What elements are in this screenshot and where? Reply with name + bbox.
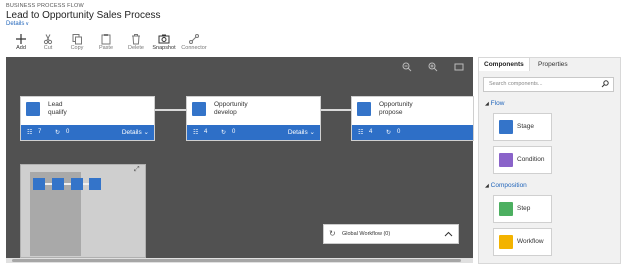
stage-details-button[interactable]: Details ⌄ [288, 128, 315, 136]
chevron-down-icon: ∨ [25, 21, 30, 27]
caret-icon: ◢ [485, 183, 489, 189]
connector-button[interactable]: Connector [180, 33, 208, 51]
trash-icon [132, 34, 140, 45]
steps-count: 4 [369, 129, 373, 135]
connector-icon [189, 34, 199, 44]
minimap-node [52, 178, 64, 190]
condition-icon [499, 153, 513, 167]
delete-label: Delete [128, 45, 144, 51]
details-link[interactable]: Details∨ [6, 21, 29, 27]
workflow-component[interactable]: Workflow [493, 228, 552, 256]
stage-icon [192, 102, 206, 116]
connector-label: Connector [181, 45, 207, 51]
stage-connector [154, 109, 187, 111]
zoom-in-icon[interactable] [428, 62, 438, 72]
stage-node[interactable]: Opportunity propose ☷ 4 ↻ 0 [352, 97, 473, 140]
stage-node[interactable]: Opportunity develop ☷ 4 ↻ 0 Details ⌄ [187, 97, 320, 140]
condition-component[interactable]: Condition [493, 146, 552, 174]
global-workflow-bar[interactable]: ↻ Global Workflow (0) [323, 224, 459, 244]
stage-title: Opportunity propose [379, 101, 413, 116]
details-label: Details [6, 21, 25, 27]
plus-icon [16, 34, 26, 44]
tab-components[interactable]: Components [479, 58, 530, 71]
paste-label: Paste [98, 45, 114, 51]
delete-button[interactable]: Delete [126, 33, 146, 51]
chevron-down-icon: ⌄ [309, 129, 315, 136]
stage-footer: ☷ 4 ↻ 0 Details ⌄ [187, 125, 320, 140]
cut-label: Cut [43, 45, 53, 51]
conditions-count: 0 [66, 129, 70, 135]
stage-component[interactable]: Stage [493, 113, 552, 141]
step-component[interactable]: Step [493, 195, 552, 223]
paste-icon [101, 34, 111, 45]
minimap-line [64, 183, 71, 185]
stage-title: Lead qualify [48, 101, 67, 116]
flow-section-header[interactable]: ◢ Flow [485, 100, 504, 107]
snapshot-label: Snapshot [152, 45, 176, 51]
search-input[interactable]: Search components... [483, 77, 614, 92]
conditions-icon: ↻ [221, 130, 227, 136]
expand-minimap-icon[interactable]: ⤢ [134, 166, 140, 174]
fit-to-screen-icon[interactable] [454, 62, 464, 72]
stage-connector [320, 109, 352, 111]
workflow-component-label: Workflow [517, 238, 544, 245]
page-title: Lead to Opportunity Sales Process [6, 10, 161, 21]
tab-properties[interactable]: Properties [533, 58, 573, 71]
paste-button[interactable]: Paste [97, 33, 115, 51]
add-button[interactable]: Add [12, 33, 30, 51]
copy-icon [72, 34, 82, 45]
stage-component-label: Stage [517, 123, 534, 130]
conditions-icon: ↻ [55, 130, 61, 136]
stage-icon [26, 102, 40, 116]
steps-icon: ☷ [193, 130, 199, 136]
step-icon [499, 202, 513, 216]
stage-icon [499, 120, 513, 134]
stage-footer: ☷ 4 ↻ 0 [352, 125, 473, 140]
conditions-count: 0 [232, 129, 236, 135]
search-placeholder: Search components... [489, 81, 543, 87]
conditions-icon: ↻ [386, 130, 392, 136]
chevron-up-icon[interactable] [444, 231, 453, 237]
stage-node[interactable]: Lead qualify ☷ 7 ↻ 0 Details ⌄ [21, 97, 154, 140]
minimap-node [71, 178, 83, 190]
condition-component-label: Condition [517, 156, 545, 163]
search-icon[interactable] [601, 80, 609, 88]
workflow-icon: ↻ [329, 229, 336, 238]
steps-icon: ☷ [27, 130, 33, 136]
copy-label: Copy [70, 45, 84, 51]
horizontal-scrollbar[interactable] [6, 258, 473, 263]
stage-icon [357, 102, 371, 116]
conditions-count: 0 [397, 129, 401, 135]
step-component-label: Step [517, 205, 531, 212]
chevron-down-icon: ⌄ [143, 129, 149, 136]
snapshot-button[interactable]: Snapshot [151, 33, 177, 51]
minimap-line [45, 183, 52, 185]
scrollbar-thumb[interactable] [12, 259, 461, 262]
steps-count: 7 [38, 129, 42, 135]
entity-type-label: BUSINESS PROCESS FLOW [6, 3, 84, 9]
cut-button[interactable]: Cut [39, 33, 57, 51]
workflow-icon [499, 235, 513, 249]
copy-button[interactable]: Copy [68, 33, 86, 51]
minimap-node [33, 178, 45, 190]
steps-count: 4 [204, 129, 208, 135]
stage-title: Opportunity develop [214, 101, 248, 116]
caret-icon: ◢ [485, 101, 489, 107]
stage-footer: ☷ 7 ↻ 0 Details ⌄ [21, 125, 154, 140]
zoom-out-icon[interactable] [402, 62, 412, 72]
steps-icon: ☷ [358, 130, 364, 136]
stage-details-button[interactable]: Details ⌄ [122, 128, 149, 136]
global-workflow-label: Global Workflow (0) [342, 231, 391, 237]
camera-icon [158, 34, 170, 44]
add-label: Add [16, 45, 26, 51]
scissors-icon [43, 34, 53, 45]
minimap-node [89, 178, 101, 190]
composition-section-header[interactable]: ◢ Composition [485, 182, 527, 189]
